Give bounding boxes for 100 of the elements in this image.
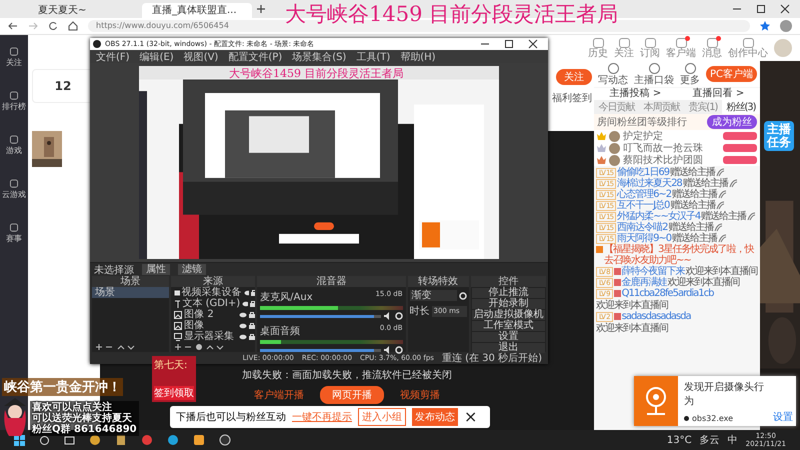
maximize-icon[interactable] bbox=[504, 39, 514, 49]
settings-link[interactable]: 设置 bbox=[773, 410, 796, 426]
reload-icon[interactable] bbox=[48, 21, 58, 31]
chat-username[interactable]: 外猛内柔~~女汉子4 bbox=[617, 211, 700, 222]
chat-username[interactable]: 海棉过来夏天28 bbox=[617, 178, 682, 189]
close-icon[interactable] bbox=[528, 39, 538, 49]
settings-icon[interactable] bbox=[394, 312, 402, 320]
camera-icon bbox=[174, 288, 180, 296]
tab-link[interactable]: 主播投稿 > bbox=[610, 88, 662, 100]
action-link[interactable]: 写动态 bbox=[598, 62, 628, 86]
sidebar-item[interactable]: 赛事 bbox=[6, 224, 22, 244]
task-view-icon[interactable] bbox=[64, 434, 75, 446]
settings-icon[interactable] bbox=[394, 346, 402, 354]
tab-link[interactable]: 直播回看 > bbox=[692, 88, 744, 100]
control-button[interactable]: 工作室模式 bbox=[472, 321, 545, 331]
toolbar-button[interactable]: 属性 bbox=[142, 264, 170, 275]
start-stream-button[interactable]: 客户端开播 bbox=[254, 388, 304, 402]
source-item[interactable]: 视频采集设备 bbox=[182, 287, 242, 298]
close-icon[interactable] bbox=[780, 4, 790, 14]
browser-tab[interactable]: 夏天夏天~ bbox=[28, 3, 138, 18]
header-link[interactable]: 消息 bbox=[702, 38, 722, 58]
action-link[interactable]: 主播口袋 bbox=[634, 62, 674, 86]
chat-username[interactable]: sadasdasadasda bbox=[622, 311, 691, 322]
app-icon[interactable] bbox=[115, 434, 127, 446]
chat-username[interactable]: 薛特今夜留下来 bbox=[622, 266, 685, 277]
header-link[interactable]: 创作中心 bbox=[728, 38, 768, 58]
source-item[interactable]: 图像 2 bbox=[184, 309, 238, 320]
volume-slider[interactable] bbox=[260, 314, 380, 318]
control-button[interactable]: 开始录制 bbox=[472, 299, 545, 309]
obs-icon[interactable] bbox=[219, 434, 231, 446]
header-link[interactable]: 客户端 bbox=[666, 38, 696, 58]
checkin-card[interactable]: 第七天: 签到领取 bbox=[152, 356, 196, 402]
duration-label: 时长 bbox=[410, 304, 430, 318]
settings-icon[interactable] bbox=[458, 292, 467, 300]
menu-item[interactable]: 场景集合(S) bbox=[292, 50, 346, 64]
fan-name: 护定护定 bbox=[623, 130, 664, 143]
chat-username[interactable]: 西南达令喵2 bbox=[617, 222, 668, 233]
lock-icon[interactable] bbox=[249, 333, 256, 340]
dock-header: 混音器 bbox=[257, 276, 406, 287]
lock-icon[interactable] bbox=[249, 322, 256, 329]
windows-icon[interactable] bbox=[14, 434, 25, 446]
menu-item[interactable]: 文件(F) bbox=[96, 50, 130, 64]
control-button[interactable]: 退出 bbox=[472, 343, 545, 353]
lock-icon[interactable] bbox=[251, 289, 256, 296]
app-icon[interactable] bbox=[193, 434, 205, 446]
join-button[interactable]: 成为粉丝 bbox=[707, 115, 757, 129]
app-icon[interactable] bbox=[89, 434, 101, 446]
action-link[interactable]: 更多 bbox=[680, 62, 700, 86]
chat-username[interactable]: 雨天阿得9~0 bbox=[617, 233, 672, 244]
maximize-icon[interactable] bbox=[756, 4, 766, 14]
plus-icon[interactable] bbox=[256, 4, 266, 14]
source-item[interactable]: 显示器采集 bbox=[184, 331, 238, 342]
weather-temperature[interactable]: 13°C bbox=[666, 434, 692, 446]
speaker-icon[interactable] bbox=[384, 346, 392, 354]
chat-username[interactable]: 互不干一J总0 bbox=[617, 200, 670, 211]
browser-tab[interactable]: 直播_真体联盟直... bbox=[142, 3, 252, 18]
lock-icon[interactable] bbox=[249, 311, 256, 318]
checkin-link[interactable]: 福利签到 bbox=[552, 91, 592, 105]
menu-item[interactable]: 编辑(E) bbox=[140, 50, 174, 64]
sidebar-item[interactable]: 排行榜 bbox=[2, 92, 26, 112]
start-stream-button[interactable]: 视频剪播 bbox=[400, 388, 440, 402]
notification-title: 发现开启摄像头行为 bbox=[684, 380, 765, 408]
source-item[interactable]: 文本 (GDI+) bbox=[182, 298, 240, 309]
home-icon[interactable] bbox=[68, 21, 78, 31]
control-button[interactable]: 启动虚拟摄像机 bbox=[472, 310, 545, 320]
control-button[interactable]: 设置 bbox=[472, 332, 545, 342]
speaker-icon[interactable] bbox=[384, 312, 392, 320]
transition-dropdown[interactable]: 渐变 bbox=[410, 290, 457, 301]
header-link[interactable]: 历史 bbox=[588, 38, 608, 58]
sidebar-item[interactable]: 云游戏 bbox=[2, 180, 26, 200]
source-item[interactable]: 图像 bbox=[184, 320, 238, 331]
rank-tab[interactable]: 粉丝(3) bbox=[722, 100, 760, 114]
sidebar-item[interactable]: 关注 bbox=[6, 48, 22, 68]
fan-name: 蔡阳技术比护团圆 bbox=[623, 154, 704, 166]
profile-icon[interactable] bbox=[780, 20, 792, 32]
menu-item[interactable]: 帮助(H) bbox=[400, 50, 436, 64]
promo-headline: 峡谷第一贵金开冲！ bbox=[2, 378, 123, 396]
toolbar-button[interactable]: 滤镜 bbox=[178, 264, 206, 275]
sidebar-item[interactable]: 游戏 bbox=[6, 136, 22, 156]
menu-item[interactable]: 配置文件(P) bbox=[228, 50, 282, 64]
chat-username[interactable]: 心态管理6~2 bbox=[617, 189, 672, 200]
weather-condition[interactable]: 多云 bbox=[700, 433, 720, 447]
scene-item[interactable]: 场景 bbox=[92, 287, 170, 298]
control-button[interactable]: 停止推流 bbox=[472, 288, 545, 298]
header-link[interactable]: 订阅 bbox=[640, 38, 660, 58]
menu-item[interactable]: 工具(T) bbox=[356, 50, 390, 64]
input-method[interactable]: 中 bbox=[728, 433, 738, 447]
chat-username[interactable]: Q11cba28fe5ardia1cb bbox=[622, 288, 714, 299]
browser-icon[interactable] bbox=[167, 434, 179, 446]
dock-header: 控件 bbox=[470, 276, 546, 287]
back-icon[interactable] bbox=[8, 21, 18, 31]
app-icon[interactable] bbox=[141, 434, 153, 446]
chat-username[interactable]: 偷偷吃1日69 bbox=[617, 167, 670, 178]
promo-text: 粉丝Q群 861646890 bbox=[32, 424, 137, 435]
header-link[interactable]: 关注 bbox=[614, 38, 634, 58]
volume-slider[interactable] bbox=[260, 348, 380, 352]
menu-item[interactable]: 视图(V) bbox=[184, 50, 218, 64]
chat-username[interactable]: 金鹿再满娃 bbox=[622, 277, 667, 288]
lock-icon[interactable] bbox=[250, 300, 256, 307]
search-icon[interactable] bbox=[39, 434, 50, 446]
